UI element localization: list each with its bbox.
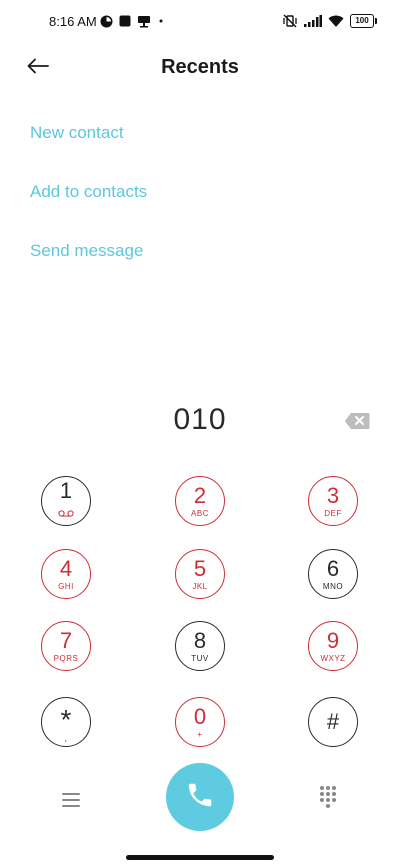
dialed-number: 010 bbox=[173, 403, 227, 436]
app-square-icon bbox=[119, 15, 131, 27]
key-letters: PQRS bbox=[53, 653, 79, 663]
status-left-icons bbox=[100, 14, 165, 28]
key-hash[interactable]: # bbox=[308, 697, 358, 747]
key-digit: 0 bbox=[193, 703, 207, 729]
key-2[interactable]: 2 ABC bbox=[175, 476, 225, 526]
key-letters: ABC bbox=[191, 508, 209, 518]
key-digit: 1 bbox=[59, 478, 73, 503]
key-digit: 2 bbox=[193, 482, 207, 508]
backspace-icon bbox=[344, 413, 370, 434]
backspace-button[interactable] bbox=[344, 412, 370, 430]
key-digit: 5 bbox=[193, 555, 207, 581]
status-right-icons: 100 bbox=[282, 13, 377, 29]
call-button[interactable] bbox=[166, 763, 234, 831]
key-digit: 9 bbox=[326, 627, 340, 653]
send-message-link[interactable]: Send message bbox=[30, 241, 143, 261]
keypad-toggle-button[interactable] bbox=[316, 784, 340, 808]
dialpad-icon bbox=[316, 786, 340, 812]
key-digit: # bbox=[326, 709, 340, 734]
menu-button[interactable] bbox=[58, 787, 84, 813]
key-5[interactable]: 5 JKL bbox=[175, 549, 225, 599]
key-digit: 8 bbox=[193, 627, 207, 653]
wifi-icon bbox=[328, 15, 344, 28]
key-digit: * bbox=[60, 703, 72, 735]
key-8[interactable]: 8 TUV bbox=[175, 621, 225, 671]
key-1[interactable]: 1 bbox=[41, 476, 91, 526]
key-letters: + bbox=[197, 729, 203, 739]
voicemail-icon bbox=[58, 504, 74, 522]
battery-icon: 100 bbox=[350, 14, 377, 28]
key-digit: 3 bbox=[326, 482, 340, 508]
home-indicator[interactable] bbox=[126, 855, 274, 860]
key-letters: MNO bbox=[322, 581, 344, 591]
page-title: Recents bbox=[161, 56, 239, 78]
key-digit: 6 bbox=[326, 555, 340, 581]
app-circle-icon bbox=[100, 15, 113, 28]
key-4[interactable]: 4 GHI bbox=[41, 549, 91, 599]
key-3[interactable]: 3 DEF bbox=[308, 476, 358, 526]
key-digit: 7 bbox=[59, 627, 73, 653]
new-contact-link[interactable]: New contact bbox=[30, 123, 124, 143]
key-letters: TUV bbox=[191, 653, 209, 663]
app-screen-icon bbox=[137, 15, 151, 28]
key-0[interactable]: 0 + bbox=[175, 697, 225, 747]
key-letters: JKL bbox=[192, 581, 208, 591]
add-to-contacts-link[interactable]: Add to contacts bbox=[30, 182, 147, 202]
bottom-bar bbox=[0, 760, 400, 840]
key-6[interactable]: 6 MNO bbox=[308, 549, 358, 599]
key-letters: WXYZ bbox=[320, 653, 346, 663]
phone-icon bbox=[185, 780, 215, 815]
signal-icon bbox=[304, 15, 322, 27]
header: Recents bbox=[0, 44, 400, 92]
key-letters: , bbox=[64, 733, 68, 743]
key-star[interactable]: * , bbox=[41, 697, 91, 747]
status-time: 8:16 AM bbox=[49, 14, 97, 29]
menu-icon bbox=[58, 793, 84, 817]
key-digit: 4 bbox=[59, 555, 73, 581]
notification-dot-icon bbox=[157, 17, 165, 25]
key-letters: DEF bbox=[324, 508, 342, 518]
vibrate-off-icon bbox=[282, 14, 298, 28]
status-bar: 8:16 AM 100 bbox=[0, 0, 400, 44]
key-7[interactable]: 7 PQRS bbox=[41, 621, 91, 671]
key-letters: GHI bbox=[58, 581, 74, 591]
key-9[interactable]: 9 WXYZ bbox=[308, 621, 358, 671]
